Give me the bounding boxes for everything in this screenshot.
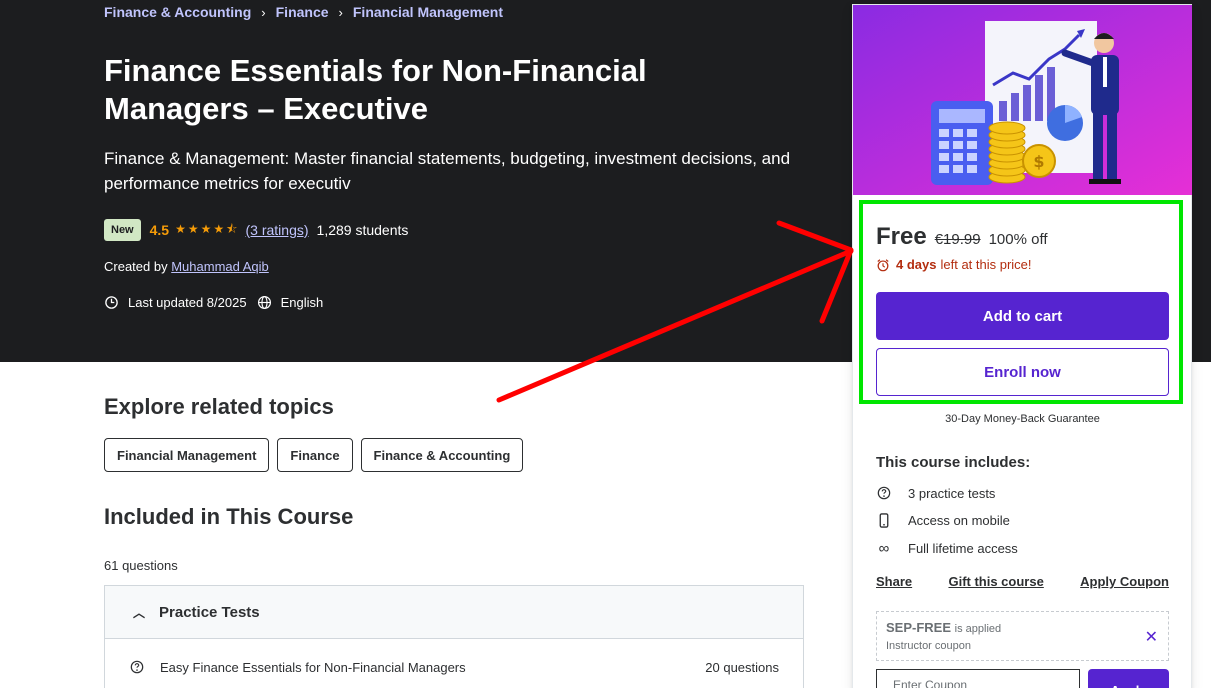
infinity-icon: ∞ bbox=[878, 539, 890, 557]
related-topics: Financial Management Finance Finance & A… bbox=[104, 438, 531, 472]
chevron-up-icon: ︿ bbox=[133, 605, 146, 620]
includes-heading: This course includes: bbox=[876, 454, 1031, 471]
remove-coupon-close-icon[interactable]: ✕ bbox=[1145, 627, 1158, 647]
list-item[interactable]: Easy Finance Essentials for Non-Financia… bbox=[105, 639, 803, 688]
applied-coupon: SEP-FREE is applied Instructor coupon ✕ bbox=[876, 611, 1169, 661]
rating-value: 4.5 bbox=[149, 222, 170, 238]
alarm-clock-icon bbox=[877, 258, 889, 271]
ratings-link[interactable]: (3 ratings) bbox=[246, 222, 309, 238]
coupon-code-line: SEP-FREE is applied bbox=[886, 620, 1001, 635]
last-updated: Last updated 8/2025 bbox=[128, 295, 247, 310]
new-badge: New bbox=[104, 219, 141, 241]
money-back-guarantee: 30-Day Money-Back Guarantee bbox=[945, 413, 1100, 425]
topic-chip[interactable]: Financial Management bbox=[104, 438, 270, 472]
related-topics-heading: Explore related topics bbox=[104, 394, 334, 419]
include-item: 3 practice tests bbox=[876, 485, 995, 501]
course-meta: Last updated 8/2025 English bbox=[104, 295, 323, 310]
include-label: 3 practice tests bbox=[908, 485, 996, 501]
timer-text: left at this price! bbox=[940, 257, 1032, 272]
include-item: Access on mobile bbox=[876, 512, 1010, 528]
gift-course-button[interactable]: Gift this course bbox=[948, 574, 1043, 589]
current-price: Free bbox=[876, 223, 927, 250]
included-heading: Included in This Course bbox=[104, 504, 354, 529]
course-title: Finance Essentials for Non-Financial Man… bbox=[104, 53, 647, 126]
accordion-header[interactable]: ︿ Practice Tests bbox=[105, 586, 803, 639]
coupon-code: SEP-FREE bbox=[886, 620, 952, 635]
share-button[interactable]: Share bbox=[876, 574, 912, 589]
chevron-right-icon: › bbox=[261, 4, 266, 20]
topic-chip[interactable]: Finance & Accounting bbox=[360, 438, 524, 472]
discount-timer: 4 days left at this price! bbox=[876, 257, 1032, 272]
svg-text:$: $ bbox=[1033, 152, 1044, 171]
chevron-right-icon: › bbox=[338, 4, 343, 20]
language: English bbox=[280, 295, 324, 310]
course-subtitle: Finance & Management: Master financial s… bbox=[104, 149, 791, 193]
created-by-label: Created by bbox=[104, 259, 168, 274]
breadcrumb-link-3[interactable]: Financial Management bbox=[353, 4, 503, 20]
instructor-link[interactable]: Muhammad Aqib bbox=[171, 259, 269, 274]
breadcrumb-link-2[interactable]: Finance bbox=[276, 4, 329, 20]
course-preview-image[interactable]: $ bbox=[853, 5, 1192, 195]
include-label: Access on mobile bbox=[908, 512, 1010, 528]
globe-icon bbox=[257, 295, 271, 310]
discount-percent: 100% off bbox=[988, 231, 1048, 248]
apply-coupon-link[interactable]: Apply Coupon bbox=[1080, 574, 1169, 589]
price-row: Free €19.99 100% off bbox=[876, 223, 1048, 251]
enroll-now-button[interactable]: Enroll now bbox=[876, 348, 1169, 396]
purchase-card: $ Free €19.99 100% off 4 days left at th… bbox=[852, 4, 1192, 688]
question-count: 61 questions bbox=[104, 558, 178, 573]
test-question-count: 20 questions bbox=[705, 659, 779, 675]
coupon-applied-text: is applied bbox=[954, 623, 1002, 635]
timer-days: 4 days bbox=[896, 257, 937, 272]
breadcrumb: Finance & Accounting › Finance › Financi… bbox=[104, 4, 503, 20]
question-icon bbox=[876, 485, 892, 501]
include-item: ∞ Full lifetime access bbox=[876, 539, 1018, 557]
test-title: Easy Finance Essentials for Non-Financia… bbox=[160, 659, 466, 675]
topic-chip[interactable]: Finance bbox=[277, 438, 353, 472]
students-count: 1,289 students bbox=[316, 222, 409, 238]
card-links: Share Gift this course Apply Coupon bbox=[876, 574, 1169, 589]
mobile-icon bbox=[876, 512, 892, 528]
coupon-subtitle: Instructor coupon bbox=[886, 640, 971, 652]
rating-row: New 4.5 ★★★★⯪ (3 ratings) 1,289 students bbox=[104, 219, 408, 241]
star-rating-icon: ★★★★⯪ bbox=[175, 221, 240, 236]
include-label: Full lifetime access bbox=[908, 540, 1018, 556]
add-to-cart-button[interactable]: Add to cart bbox=[876, 292, 1169, 340]
original-price: €19.99 bbox=[934, 231, 981, 248]
section-title: Practice Tests bbox=[159, 603, 260, 621]
breadcrumb-link-1[interactable]: Finance & Accounting bbox=[104, 4, 251, 20]
created-by: Created by Muhammad Aqib bbox=[104, 259, 269, 274]
question-icon bbox=[130, 660, 144, 674]
coupon-input[interactable]: Enter Coupon bbox=[876, 669, 1080, 688]
update-alert-icon bbox=[105, 296, 118, 309]
apply-coupon-button[interactable]: Apply bbox=[1088, 669, 1169, 688]
practice-tests-accordion: ︿ Practice Tests Easy Finance Essentials… bbox=[104, 585, 804, 688]
